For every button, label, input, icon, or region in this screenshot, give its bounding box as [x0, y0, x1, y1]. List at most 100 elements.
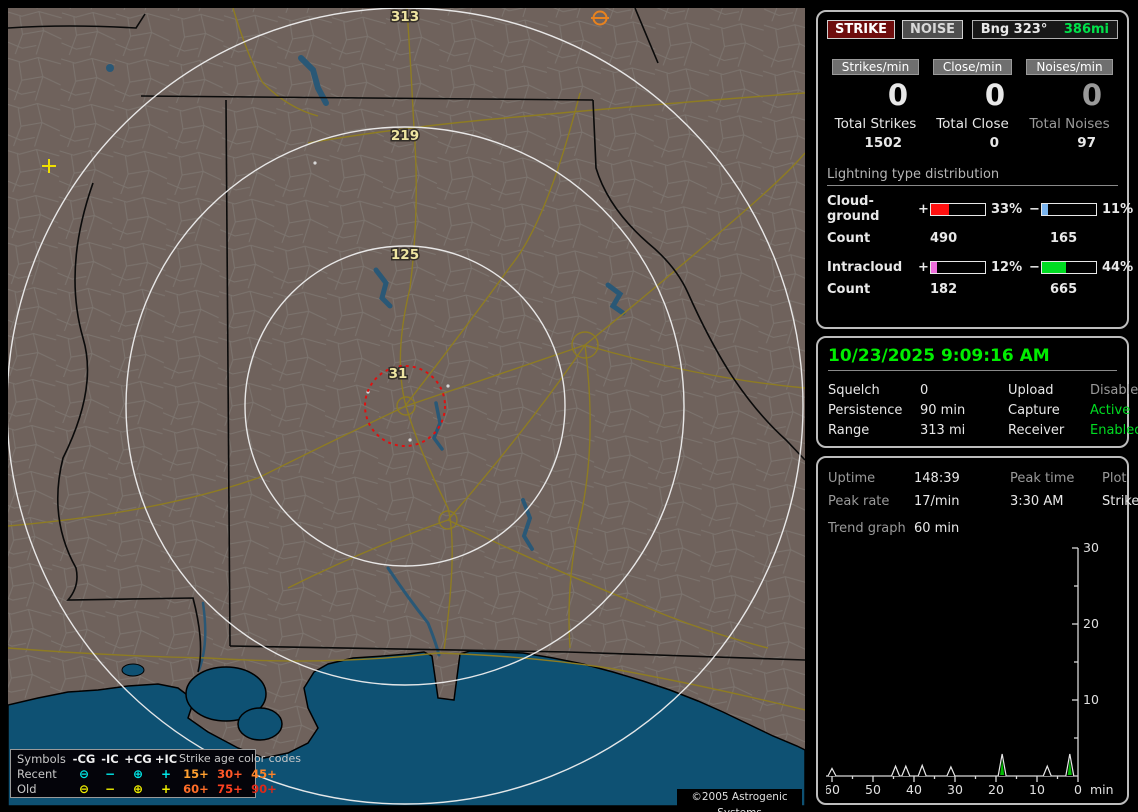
age-60: 60+	[183, 781, 209, 796]
svg-text:30: 30	[1083, 542, 1099, 555]
total-strikes-label: Total Strikes	[834, 116, 917, 132]
uptime-value: 148:39	[914, 471, 960, 486]
strikes-per-min-value: 0	[887, 78, 908, 112]
trend-graph-label: Trend graph	[828, 521, 906, 536]
cg-pos-count: 490	[930, 231, 958, 246]
age-45: 45+	[251, 766, 277, 781]
svg-text:60: 60	[826, 782, 840, 797]
legend-col-ncg: -CG	[72, 751, 96, 766]
total-noises-value: 97	[1077, 135, 1096, 151]
recent-cg-neg-icon: ⊖	[78, 766, 90, 781]
squelch-label: Squelch	[828, 382, 880, 398]
ring-label-125: 125	[391, 247, 419, 263]
svg-text:10: 10	[1083, 692, 1099, 707]
old-ic-neg-icon: −	[104, 781, 116, 796]
svg-text:40: 40	[906, 782, 922, 797]
plus-sign: +	[918, 260, 929, 275]
minus-sign: −	[1029, 260, 1040, 275]
range-label: Range	[828, 422, 870, 438]
recent-ic-neg-icon: −	[104, 766, 116, 781]
cg-pos-pct: 33%	[991, 201, 1023, 217]
status-panel: 10/23/2025 9:09:16 AM Squelch 0 Upload D…	[816, 336, 1138, 448]
age-30: 30+	[217, 766, 243, 781]
ic-pos-count: 182	[930, 282, 958, 297]
svg-text:20: 20	[988, 782, 1004, 797]
ic-neg-pct: 44%	[1102, 260, 1134, 275]
svg-text:50: 50	[865, 782, 881, 797]
strike-mode-button[interactable]: STRIKE	[827, 20, 896, 39]
noises-counter: Noises/min 0 Total Noises 97	[1021, 59, 1118, 151]
ic-neg-bar	[1041, 261, 1097, 274]
age-90: 90+	[251, 781, 277, 796]
plot-value: Strike	[1102, 494, 1138, 509]
lightning-distribution: Lightning type distribution Cloud-ground…	[827, 167, 1133, 297]
svg-text:20: 20	[1083, 616, 1099, 631]
capture-label: Capture	[1008, 402, 1060, 418]
intracloud-label: Intracloud	[827, 260, 903, 275]
trend-panel: Uptime 148:39 Peak time Plot Peak rate 1…	[816, 456, 1138, 805]
legend-symbols-header: Symbols	[17, 751, 66, 766]
receiver-label: Receiver	[1008, 422, 1065, 438]
old-cg-neg-icon: ⊖	[78, 781, 90, 796]
age-15: 15+	[183, 766, 209, 781]
cg-neg-count: 165	[1050, 231, 1078, 246]
trend-graph-value: 60 min	[914, 521, 960, 536]
receiver-status: Enabled	[1090, 422, 1138, 438]
cg-pos-bar	[930, 202, 986, 216]
peak-rate-value: 17/min	[914, 494, 960, 509]
ic-neg-count: 665	[1050, 282, 1078, 297]
capture-status: Active	[1090, 402, 1131, 418]
noise-mode-button[interactable]: NOISE	[902, 20, 964, 39]
upload-label: Upload	[1008, 382, 1054, 398]
app-window: 313 219 125 31 Symbols -CG -IC +CG +IC S…	[0, 0, 1138, 812]
ic-pos-bar	[930, 261, 986, 274]
peak-rate-label: Peak rate	[828, 494, 890, 509]
map-legend: Symbols -CG -IC +CG +IC Strike age color…	[10, 749, 301, 798]
persistence-value: 90 min	[920, 402, 966, 418]
peak-time-value: 3:30 AM	[1010, 494, 1064, 509]
recent-cg-pos-icon: ⊕	[132, 766, 144, 781]
cg-neg-pct: 11%	[1102, 201, 1134, 217]
uptime-label: Uptime	[828, 471, 876, 486]
legend-col-nic: -IC	[101, 751, 119, 766]
persistence-label: Persistence	[828, 402, 903, 418]
legend-row-old-label: Old	[17, 781, 37, 796]
age-75: 75+	[217, 781, 243, 796]
current-datetime: 10/23/2025 9:09:16 AM	[828, 346, 1117, 371]
plus-sign: +	[918, 201, 929, 217]
strike-stats-panel: STRIKE NOISE Bng 323° 386mi Strikes/min …	[816, 10, 1133, 329]
bearing-readout[interactable]: Bng 323° 386mi	[971, 20, 1118, 39]
cg-count-label: Count	[827, 231, 871, 246]
legend-age-title: Strike age color codes	[179, 752, 301, 765]
close-per-min-button[interactable]: Close/min	[932, 59, 1013, 75]
cloud-ground-label: Cloud-ground	[827, 194, 880, 224]
distribution-title: Lightning type distribution	[827, 167, 1118, 186]
ring-label-313: 313	[391, 9, 419, 25]
legend-col-pcg: +CG	[124, 751, 152, 766]
noises-per-min-button[interactable]: Noises/min	[1026, 59, 1113, 75]
strikes-per-min-button[interactable]: Strikes/min	[831, 59, 920, 75]
bearing-value: Bng 323°	[980, 22, 1048, 37]
legend-row-recent-label: Recent	[17, 766, 57, 781]
total-close-label: Total Close	[936, 116, 1009, 132]
lightning-map[interactable]: 313 219 125 31 Symbols -CG -IC +CG +IC S…	[8, 8, 805, 812]
minus-sign: −	[1029, 201, 1040, 217]
map-canvas[interactable]: 313 219 125 31	[8, 8, 805, 806]
strike-trend-chart: 10 20 30 60 50 40 30 20 10 0 min	[826, 542, 1114, 797]
copyright-notice: ©2005 Astrogenic Systems	[677, 789, 802, 812]
peak-time-label: Peak time	[1010, 471, 1075, 486]
legend-col-pic: +IC	[154, 751, 178, 766]
close-counter: Close/min 0 Total Close 0	[924, 59, 1021, 151]
svg-text:min: min	[1090, 782, 1114, 797]
recent-ic-pos-icon: +	[160, 766, 172, 781]
ic-pos-pct: 12%	[991, 260, 1023, 275]
ring-label-31: 31	[389, 366, 408, 382]
upload-status: Disabled	[1090, 382, 1138, 398]
total-close-value: 0	[989, 135, 999, 151]
svg-text:0: 0	[1074, 782, 1082, 797]
ring-label-219: 219	[391, 128, 419, 144]
noises-per-min-value: 0	[1081, 78, 1102, 112]
old-cg-pos-icon: ⊕	[132, 781, 144, 796]
close-per-min-value: 0	[984, 78, 1005, 112]
ic-count-label: Count	[827, 282, 871, 297]
